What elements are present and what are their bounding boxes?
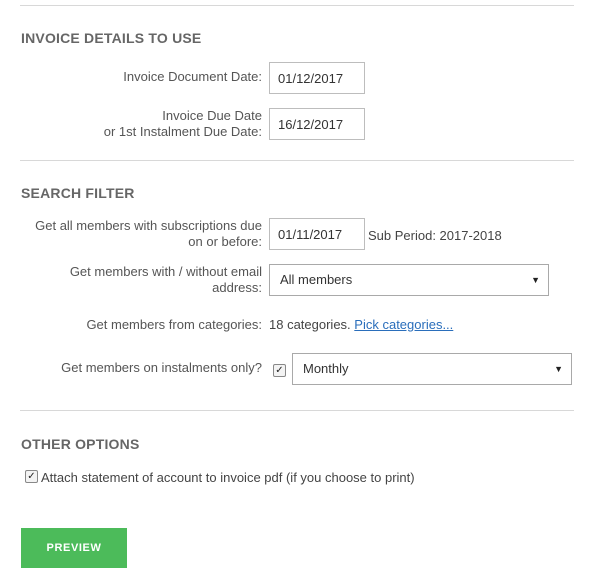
categories-label: Get members from categories:: [86, 317, 262, 332]
email-filter-select[interactable]: All members ▼: [269, 264, 549, 296]
invoice-due-date-input[interactable]: [269, 108, 365, 140]
instalment-frequency-selected-value: Monthly: [303, 361, 349, 376]
subscriptions-due-label-line2: on or before:: [188, 234, 262, 249]
email-filter-selected-value: All members: [280, 272, 353, 287]
invoice-document-date-input[interactable]: [269, 62, 365, 94]
check-icon: ✓: [275, 365, 284, 376]
email-filter-label-line1: Get members with / without email: [69, 264, 262, 279]
invoice-due-date-label-line1: Invoice Due Date: [162, 108, 262, 123]
instalments-checkbox[interactable]: ✓: [273, 364, 286, 377]
section-title-other-options: OTHER OPTIONS: [21, 436, 140, 452]
section-title-search-filter: SEARCH FILTER: [21, 185, 135, 201]
invoice-due-date-label-line2: or 1st Instalment Due Date:: [103, 124, 262, 139]
invoice-run-form: INVOICE DETAILS TO USE Invoice Document …: [0, 0, 610, 583]
caret-down-icon: ▼: [531, 275, 540, 285]
instalments-label: Get members on instalments only?: [61, 360, 262, 375]
divider: [20, 410, 574, 411]
email-filter-label: Get members with / without email address…: [70, 264, 262, 296]
check-icon: ✓: [27, 471, 36, 482]
categories-summary: 18 categories. Pick categories...: [269, 317, 453, 332]
email-filter-label-line2: address:: [212, 280, 262, 295]
caret-down-icon: ▼: [554, 364, 563, 374]
categories-count: 18 categories.: [269, 317, 351, 332]
instalment-frequency-select[interactable]: Monthly ▼: [292, 353, 572, 385]
pick-categories-link[interactable]: Pick categories...: [354, 317, 453, 332]
subscriptions-due-label: Get all members with subscriptions due o…: [35, 218, 262, 250]
divider: [20, 5, 574, 6]
invoice-document-date-label: Invoice Document Date:: [123, 69, 262, 84]
subscriptions-due-date-input[interactable]: [269, 218, 365, 250]
section-title-invoice-details: INVOICE DETAILS TO USE: [21, 30, 202, 46]
invoice-due-date-label: Invoice Due Date or 1st Instalment Due D…: [104, 108, 262, 140]
sub-period-text: Sub Period: 2017-2018: [368, 228, 502, 243]
preview-button[interactable]: PREVIEW: [21, 528, 127, 568]
attach-statement-label: Attach statement of account to invoice p…: [41, 470, 415, 485]
attach-statement-checkbox[interactable]: ✓: [25, 470, 38, 483]
subscriptions-due-label-line1: Get all members with subscriptions due: [35, 218, 262, 233]
divider: [20, 160, 574, 161]
